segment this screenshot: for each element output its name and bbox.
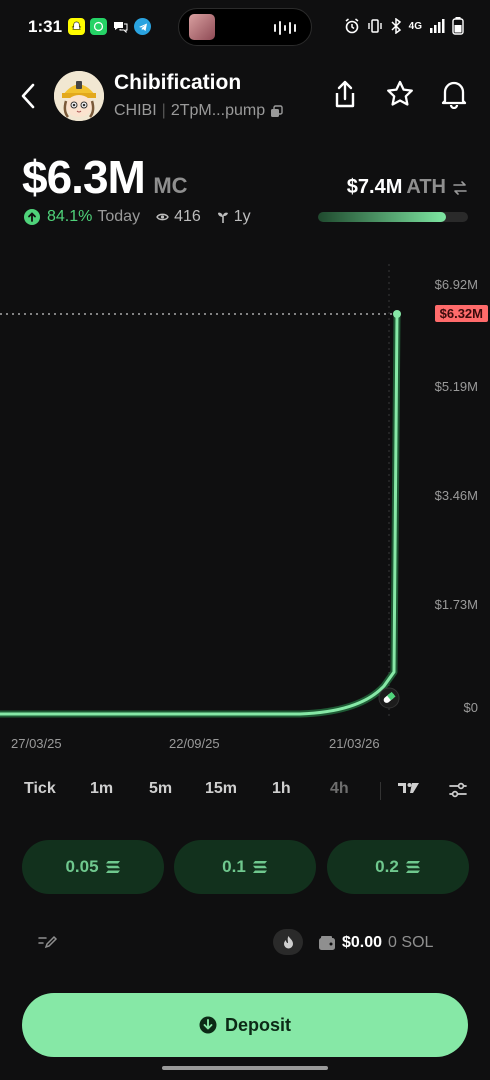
market-cap: $6.3M MC xyxy=(22,150,188,204)
quick-buy-amount: 0.2 xyxy=(375,857,399,876)
download-circle-icon xyxy=(199,1016,217,1034)
ath-progress-fill xyxy=(318,212,446,222)
notification-icons xyxy=(68,18,151,35)
token-name: Chibification xyxy=(114,71,242,94)
balance-usd: $0.00 xyxy=(342,934,383,951)
chart-glow xyxy=(0,310,401,718)
viewer-count: 416 xyxy=(174,208,201,225)
solana-icon xyxy=(252,861,267,873)
timeframe-1h[interactable]: 1h xyxy=(272,780,291,798)
y-axis-label: $1.73M xyxy=(434,597,478,612)
notifications-button[interactable] xyxy=(438,78,470,110)
back-button[interactable] xyxy=(14,79,42,113)
timeframe-5m[interactable]: 5m xyxy=(149,780,172,798)
eye-icon xyxy=(156,212,169,222)
media-thumbnail xyxy=(189,14,215,40)
price-chart[interactable]: $6.92M $6.32M $5.19M $3.46M $1.73M $0 27… xyxy=(0,250,490,760)
chart-canvas xyxy=(0,264,401,718)
y-axis-label: $3.46M xyxy=(434,488,478,503)
edit-presets-icon[interactable] xyxy=(38,934,58,950)
priority-fee-button[interactable] xyxy=(273,929,303,955)
token-subtitle: CHIBI | 2TpM...pump xyxy=(114,102,283,120)
chevron-left-icon xyxy=(21,83,35,109)
audio-wave-icon xyxy=(274,21,296,35)
battery-icon xyxy=(452,17,464,35)
timeframe-selector: Tick 1m 5m 15m 1h 4h xyxy=(0,776,490,806)
divider xyxy=(380,782,381,800)
solana-icon xyxy=(105,861,120,873)
pill-marker-icon[interactable] xyxy=(378,687,400,709)
timeframe-1m[interactable]: 1m xyxy=(90,780,113,798)
divider: | xyxy=(161,102,166,119)
wallet-balance[interactable]: $0.00 0 SOL xyxy=(318,928,433,958)
x-axis-label: 22/09/25 xyxy=(169,736,220,751)
copy-icon[interactable] xyxy=(270,104,283,118)
signal-icon xyxy=(430,19,445,33)
ath-progress-bar xyxy=(318,212,468,222)
quick-buy-button-2[interactable]: 0.1 xyxy=(174,840,316,894)
ath-value: $7.4M xyxy=(346,176,403,198)
status-time: 1:31 xyxy=(28,17,63,36)
y-axis-label: $6.92M xyxy=(434,277,478,292)
chibi-avatar-image xyxy=(54,71,104,121)
alarm-icon xyxy=(345,18,359,34)
status-bar: 1:31 4G xyxy=(0,0,490,56)
x-axis-label: 27/03/25 xyxy=(11,736,62,751)
token-age: 1y xyxy=(233,208,251,225)
flame-icon xyxy=(283,936,293,949)
favorite-button[interactable] xyxy=(384,78,416,110)
quick-buy-amount: 0.05 xyxy=(65,857,99,876)
bluetooth-icon xyxy=(391,18,401,34)
token-address[interactable]: 2TpM...pump xyxy=(171,102,265,120)
ath-block: $7.4M ATH xyxy=(318,176,468,222)
system-indicators: 4G xyxy=(344,17,464,35)
telegram-icon xyxy=(134,18,151,35)
share-icon xyxy=(335,80,355,108)
snapchat-icon xyxy=(68,18,85,35)
network-type: 4G xyxy=(408,20,422,32)
tradingview-icon[interactable] xyxy=(397,780,421,796)
dynamic-island xyxy=(178,8,312,46)
arrow-up-icon xyxy=(24,209,40,225)
timeframe-4h[interactable]: 4h xyxy=(330,780,349,798)
vibrate-icon xyxy=(367,19,382,33)
whatsapp-icon xyxy=(90,18,107,35)
chat-icon xyxy=(112,18,129,35)
star-icon xyxy=(387,80,413,106)
solana-icon xyxy=(405,861,420,873)
balance-sol: 0 SOL xyxy=(388,934,434,951)
change-percent: 84.1% xyxy=(47,208,93,225)
quick-buy-button-1[interactable]: 0.05 xyxy=(22,840,164,894)
share-button[interactable] xyxy=(329,78,361,110)
change-period: Today xyxy=(97,208,141,225)
quick-buy-button-3[interactable]: 0.2 xyxy=(327,840,469,894)
y-axis-label: $0 xyxy=(463,700,478,715)
token-avatar[interactable] xyxy=(54,71,104,121)
market-cap-label: MC xyxy=(153,173,188,198)
current-price-tag: $6.32M xyxy=(434,305,488,322)
deposit-button[interactable]: Deposit xyxy=(22,993,468,1057)
quick-buy-amount: 0.1 xyxy=(222,857,246,876)
token-ticker: CHIBI xyxy=(114,102,157,119)
market-cap-value: $6.3M xyxy=(22,151,146,203)
timeframe-15m[interactable]: 15m xyxy=(205,780,237,798)
balance-row: $0.00 0 SOL xyxy=(0,926,490,960)
chart-endpoint xyxy=(393,310,401,318)
swap-icon[interactable] xyxy=(452,180,468,196)
chart-settings-icon[interactable] xyxy=(448,780,468,800)
sprout-icon xyxy=(217,210,229,224)
y-axis-label: $5.19M xyxy=(434,379,478,394)
market-stats: 84.1% Today 416 1y xyxy=(24,208,251,226)
deposit-label: Deposit xyxy=(224,1014,291,1035)
home-indicator[interactable] xyxy=(162,1066,328,1070)
timeframe-tick[interactable]: Tick xyxy=(24,780,56,798)
bell-icon xyxy=(441,81,467,109)
wallet-icon xyxy=(319,936,335,950)
ath-label: ATH xyxy=(406,176,446,198)
chart-line xyxy=(0,312,399,716)
token-header: Chibification CHIBI | 2TpM...pump xyxy=(0,64,490,130)
x-axis-label: 21/03/26 xyxy=(329,736,380,751)
